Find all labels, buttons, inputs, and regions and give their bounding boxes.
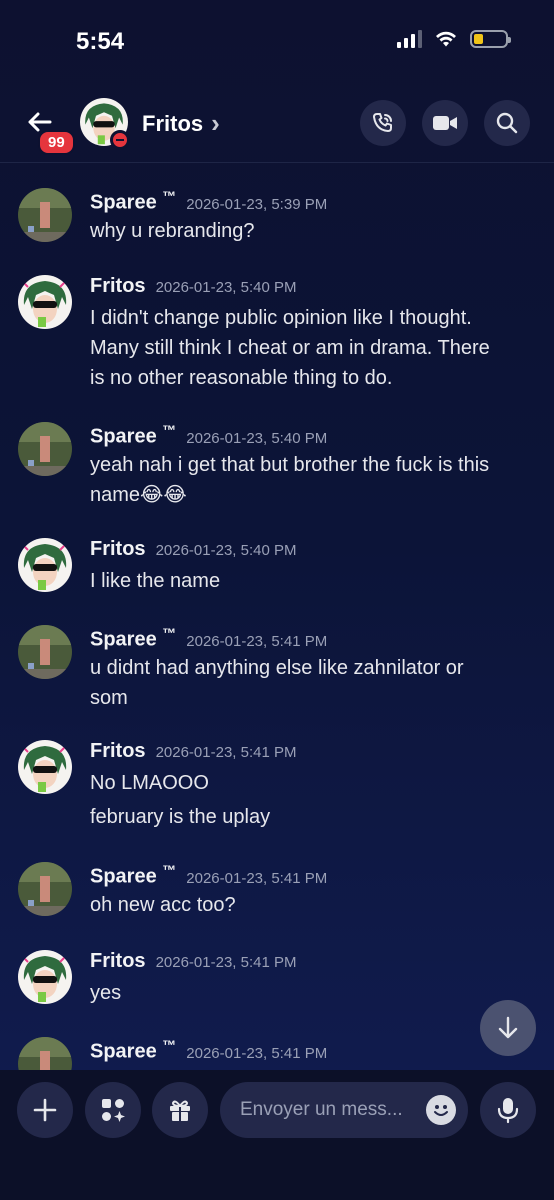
channel-name-text: Fritos [142,110,204,136]
video-camera-icon [433,116,457,130]
message-timestamp: 2026-01-23, 5:40 PM [186,429,328,447]
message-line: som [90,687,128,709]
author-name: Sparee [90,191,157,214]
message-line: is no other reasonable thing to do. [90,367,393,389]
channel-name[interactable]: Fritos › [142,108,220,139]
gift-icon [170,1100,190,1121]
sparee-avatar[interactable] [18,625,72,679]
author-tm: ™ [162,1037,177,1053]
author-name: Sparee [90,628,157,651]
fritos-avatar[interactable] [18,950,72,1004]
author-name[interactable]: Fritos [90,950,146,973]
attach-button[interactable] [17,1082,73,1138]
author-name[interactable]: Fritos [90,538,146,561]
sparee-avatar[interactable] [18,422,72,476]
message-author[interactable]: Sparee ™ [90,862,176,889]
apps-icon [102,1099,125,1122]
message-line: u didnt had anything else like zahnilato… [90,657,464,679]
author-name[interactable]: Fritos [90,275,146,298]
message-timestamp: 2026-01-23, 5:41 PM [155,744,297,761]
author-name[interactable]: Fritos [90,740,146,763]
microphone-icon [497,1098,519,1124]
sparee-avatar[interactable] [18,862,72,916]
message-line: yes [90,982,122,1004]
fritos-avatar[interactable] [18,275,72,329]
cellular-signal-icon [397,30,422,48]
author-tm: ™ [162,625,177,641]
message-timestamp: 2026-01-23, 5:41 PM [186,1044,328,1062]
message-line: name😂😂 [90,484,187,506]
voice-call-button[interactable] [360,100,406,146]
message-line: No LMAOOO [90,772,209,794]
channel-header: 99 Fritos › [0,88,554,163]
message-content: yeah nah i get that but brother the fuck… [90,450,530,510]
message-line: Many still think I cheat or am in drama.… [90,337,490,359]
search-icon [496,112,518,134]
message-content: I didn't change public opinion like I th… [90,303,530,393]
message-timestamp: 2026-01-23, 5:39 PM [186,195,328,213]
message-timestamp: 2026-01-23, 5:40 PM [155,279,297,296]
voice-message-button[interactable] [480,1082,536,1138]
message-timestamp: 2026-01-23, 5:41 PM [186,869,328,887]
author-tm: ™ [162,188,177,204]
plus-icon [33,1098,57,1122]
message-content: u didnt had anything else like zahnilato… [90,653,530,713]
message-content: I like the name [90,566,530,596]
status-time: 5:54 [76,28,125,55]
message-author[interactable]: Sparee ™ [90,1037,176,1064]
sparee-avatar[interactable] [18,188,72,242]
emoji-icon[interactable] [426,1095,456,1125]
message-content: oh new acc too? [90,890,530,920]
video-call-button[interactable] [422,100,468,146]
jump-to-latest-button[interactable] [480,1000,536,1056]
message-content: yes [90,978,530,1008]
message-input-wrapper [220,1082,468,1138]
fritos-avatar[interactable] [18,538,72,592]
followup-message: february is the uplay [90,806,271,828]
status-bar: 5:54 [0,0,554,80]
message-content: why u rebranding? [90,216,530,246]
unread-badge: 99 [38,130,75,155]
author-name: Sparee [90,1040,157,1063]
message-timestamp: 2026-01-23, 5:41 PM [155,954,297,971]
message-author[interactable]: Sparee ™ [90,188,176,215]
message-author[interactable]: Sparee ™ [90,625,176,652]
author-name: Sparee [90,865,157,888]
author-tm: ™ [162,862,177,878]
message-timestamp: 2026-01-23, 5:40 PM [155,542,297,559]
message-line: oh new acc too? [90,894,236,916]
author-name: Sparee [90,425,157,448]
message-input[interactable] [238,1098,422,1122]
message-line: I didn't change public opinion like I th… [90,307,472,329]
fritos-avatar[interactable] [18,740,72,794]
status-icons [397,30,511,48]
battery-icon [470,30,511,48]
message-list[interactable]: Sparee ™ 2026-01-23, 5:39 PM why u rebra… [0,170,554,1070]
author-tm: ™ [162,422,177,438]
sparee-avatar[interactable] [18,1037,72,1070]
chevron-right-icon: › [211,108,220,138]
arrow-down-icon [498,1016,518,1039]
message-author[interactable]: Sparee ™ [90,422,176,449]
search-button[interactable] [484,100,530,146]
do-not-disturb-status-icon [110,130,130,150]
message-line: why u rebranding? [90,220,255,242]
gift-button[interactable] [152,1082,208,1138]
phone-call-icon [373,113,392,132]
apps-button[interactable] [85,1082,141,1138]
message-line: yeah nah i get that but brother the fuck… [90,454,490,476]
wifi-icon [436,31,456,47]
message-content: No LMAOOO [90,768,530,798]
message-line: I like the name [90,570,221,592]
message-composer [0,1070,554,1200]
message-timestamp: 2026-01-23, 5:41 PM [186,632,328,650]
